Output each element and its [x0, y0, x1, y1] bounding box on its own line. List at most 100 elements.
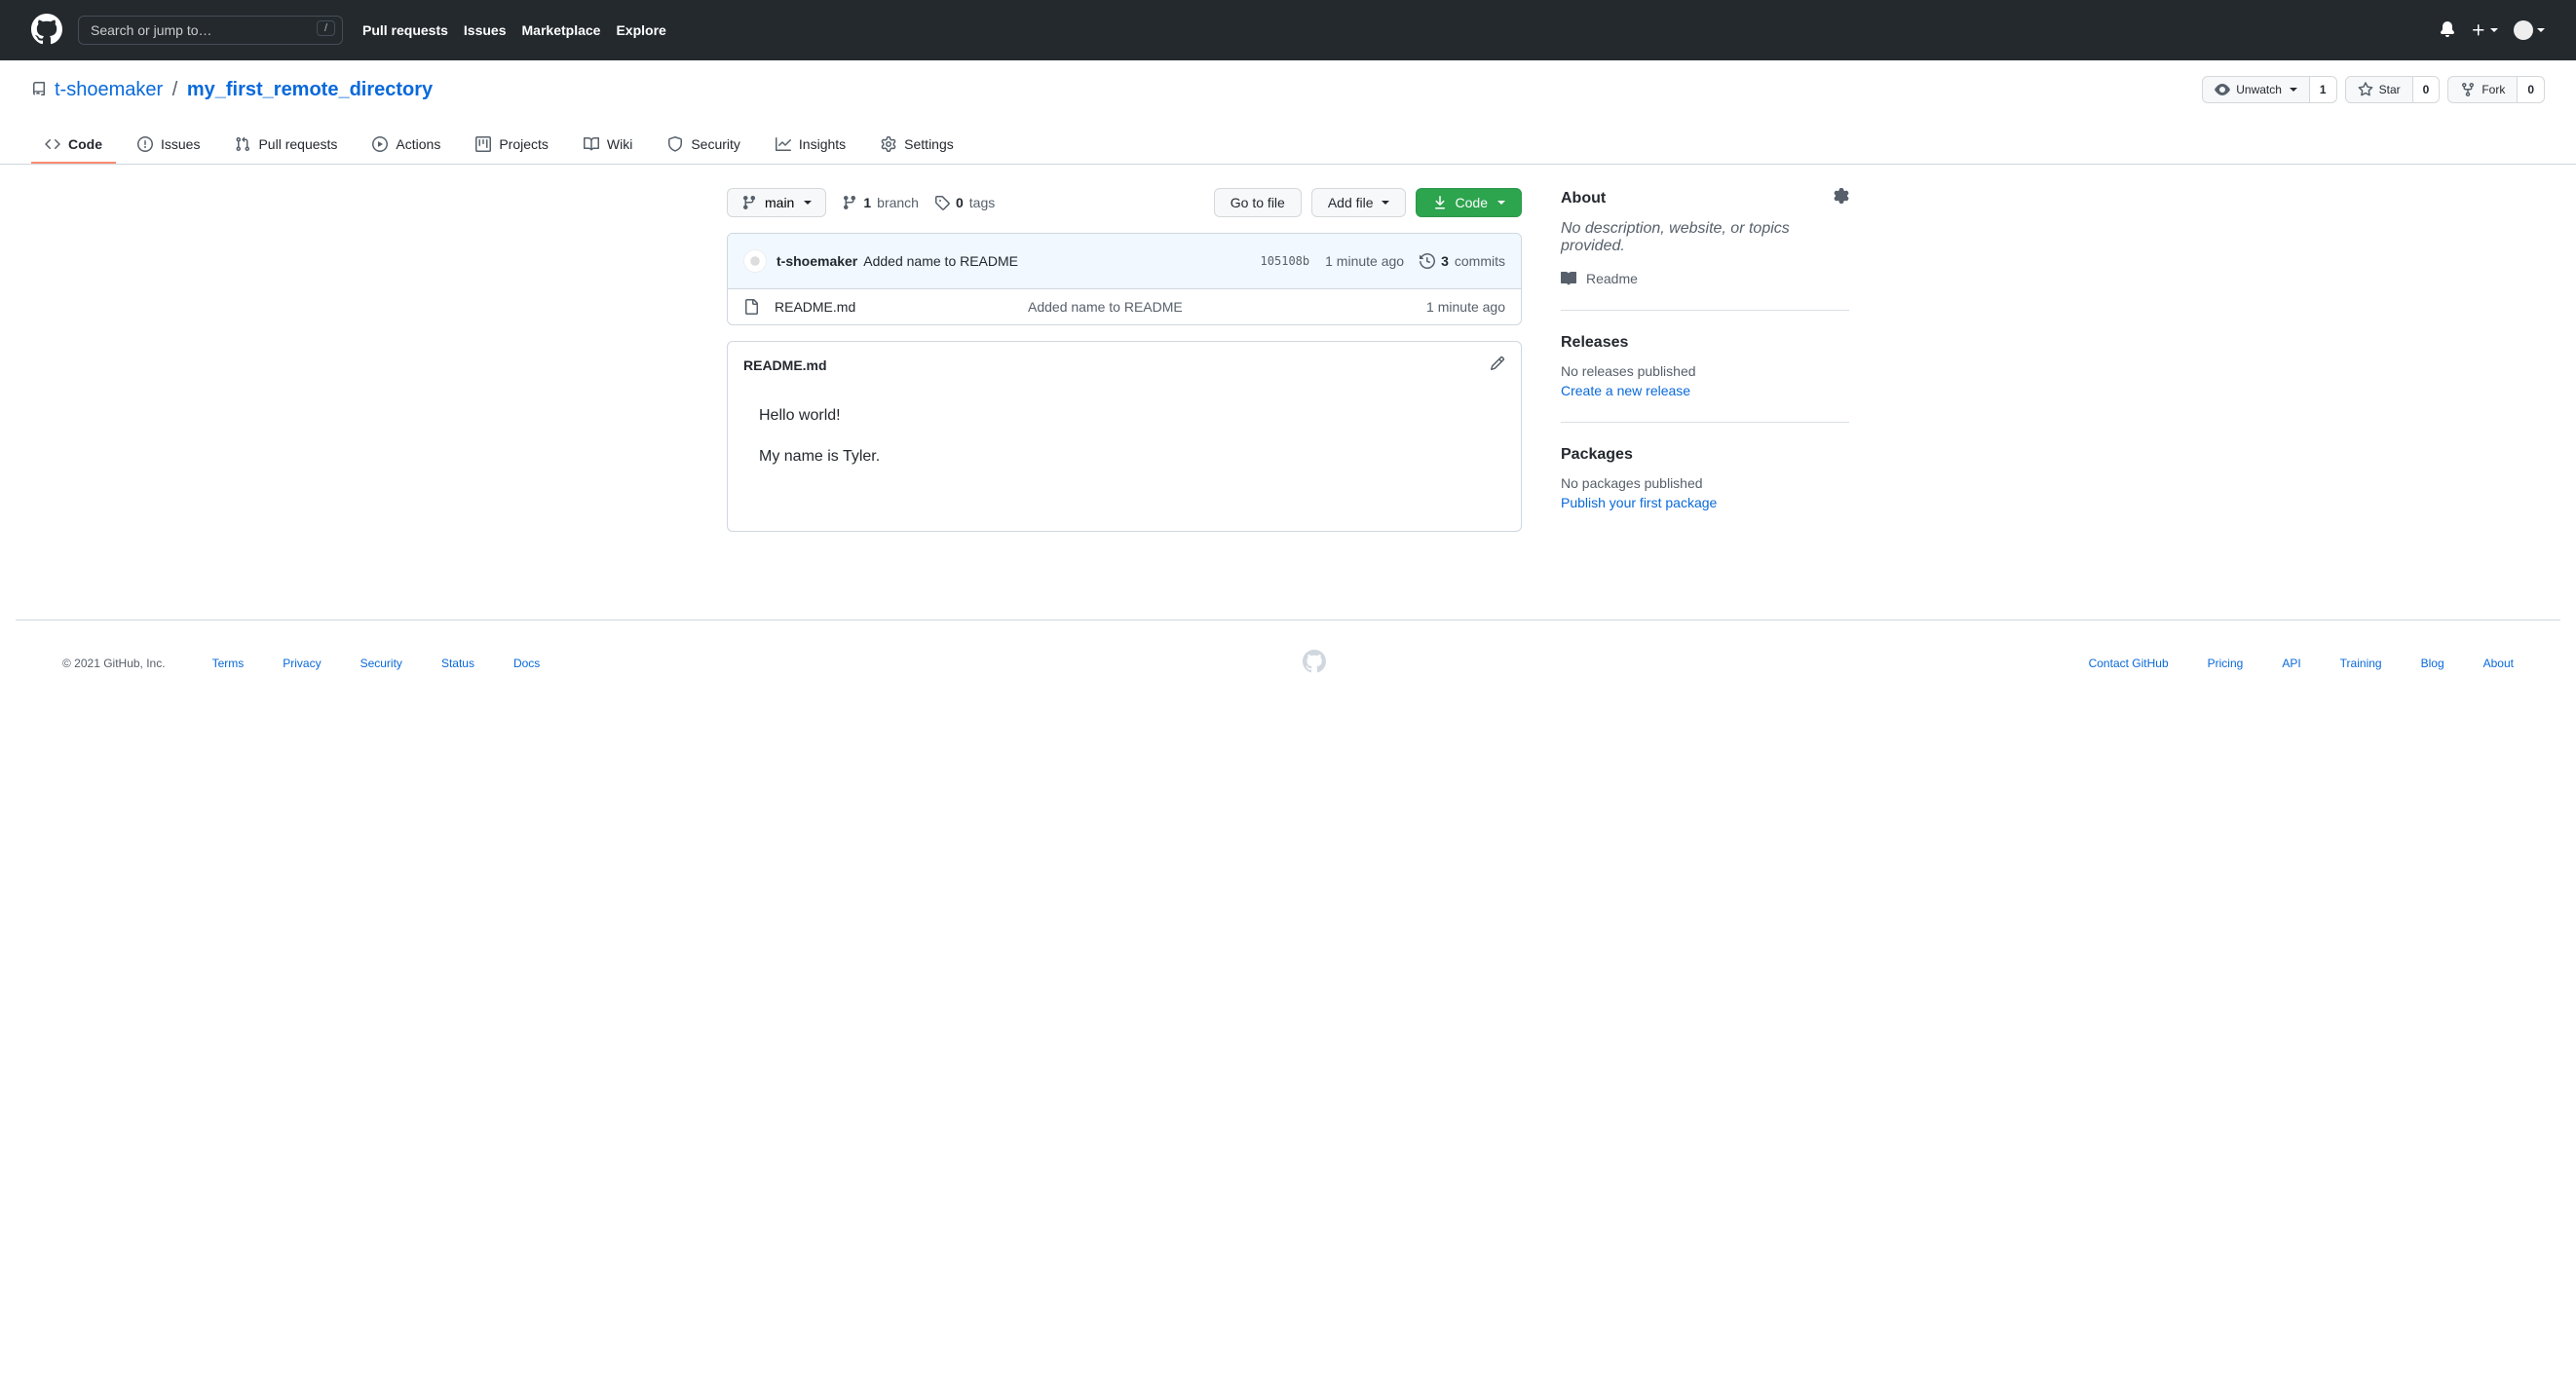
- nav-explore[interactable]: Explore: [616, 22, 665, 38]
- publish-package-link[interactable]: Publish your first package: [1561, 495, 1717, 510]
- releases-section: Releases No releases published Create a …: [1561, 334, 1849, 423]
- bell-icon: [2440, 21, 2455, 37]
- watchers-count[interactable]: 1: [2310, 76, 2337, 103]
- footer-security[interactable]: Security: [360, 657, 402, 670]
- footer-pricing[interactable]: Pricing: [2208, 657, 2244, 670]
- commit-author[interactable]: t-shoemaker: [777, 253, 857, 269]
- latest-commit-row: t-shoemaker Added name to README 105108b…: [728, 234, 1521, 289]
- tab-security-label: Security: [691, 136, 740, 152]
- tab-insights[interactable]: Insights: [762, 127, 859, 164]
- user-menu[interactable]: [2514, 20, 2545, 40]
- branches-word: branch: [877, 195, 919, 210]
- file-commit-time: 1 minute ago: [1426, 299, 1505, 315]
- notifications-button[interactable]: [2440, 21, 2455, 40]
- gear-icon: [881, 136, 896, 152]
- commits-link[interactable]: 3 commits: [1420, 253, 1505, 269]
- search-input[interactable]: [78, 16, 343, 45]
- chevron-down-icon: [2490, 28, 2498, 32]
- tab-code[interactable]: Code: [31, 127, 116, 164]
- create-release-link[interactable]: Create a new release: [1561, 383, 1690, 398]
- file-navigation: main 1 branch 0 tags Go to file Add file: [727, 188, 1522, 217]
- footer-terms[interactable]: Terms: [212, 657, 245, 670]
- footer-links-right: Contact GitHub Pricing API Training Blog…: [2089, 657, 2514, 670]
- github-logo[interactable]: [31, 14, 62, 48]
- footer-privacy[interactable]: Privacy: [283, 657, 321, 670]
- footer-blog[interactable]: Blog: [2421, 657, 2444, 670]
- nav-marketplace[interactable]: Marketplace: [522, 22, 601, 38]
- branch-name: main: [765, 195, 794, 210]
- repo-title: t-shoemaker / my_first_remote_directory: [55, 79, 433, 101]
- tab-settings[interactable]: Settings: [867, 127, 967, 164]
- add-file-button[interactable]: Add file: [1311, 188, 1406, 217]
- repo-tabs: Code Issues Pull requests Actions Projec…: [31, 127, 2545, 164]
- branches-count: 1: [863, 195, 871, 210]
- about-settings-button[interactable]: [1834, 188, 1849, 208]
- tab-projects[interactable]: Projects: [462, 127, 562, 164]
- go-to-file-button[interactable]: Go to file: [1214, 188, 1302, 217]
- repo-header: t-shoemaker / my_first_remote_directory …: [0, 60, 2576, 165]
- footer-about[interactable]: About: [2483, 657, 2514, 670]
- book-icon: [1561, 271, 1576, 286]
- nav-issues[interactable]: Issues: [464, 22, 507, 38]
- tab-actions-label: Actions: [396, 136, 440, 152]
- footer-api[interactable]: API: [2282, 657, 2300, 670]
- tab-issues-label: Issues: [161, 136, 200, 152]
- tab-issues[interactable]: Issues: [124, 127, 213, 164]
- edit-readme-button[interactable]: [1490, 356, 1505, 374]
- tab-insights-label: Insights: [799, 136, 846, 152]
- star-button[interactable]: Star: [2345, 76, 2413, 103]
- tab-code-label: Code: [68, 136, 102, 152]
- commit-box: t-shoemaker Added name to README 105108b…: [727, 233, 1522, 325]
- commit-sha[interactable]: 105108b: [1261, 254, 1310, 268]
- footer-contact[interactable]: Contact GitHub: [2089, 657, 2169, 670]
- repo-name-link[interactable]: my_first_remote_directory: [187, 79, 433, 100]
- readme-filename[interactable]: README.md: [743, 357, 827, 373]
- sidebar: About No description, website, or topics…: [1561, 188, 1849, 557]
- footer-logo[interactable]: [1303, 662, 1326, 676]
- branch-selector[interactable]: main: [727, 188, 826, 217]
- commit-time[interactable]: 1 minute ago: [1325, 253, 1404, 269]
- file-row: README.md Added name to README 1 minute …: [728, 289, 1521, 324]
- tags-link[interactable]: 0 tags: [934, 195, 995, 210]
- book-icon: [584, 136, 599, 152]
- stars-count[interactable]: 0: [2413, 76, 2441, 103]
- tab-projects-label: Projects: [499, 136, 549, 152]
- star-label: Star: [2379, 83, 2401, 96]
- create-menu[interactable]: [2471, 22, 2498, 38]
- nav-pull-requests[interactable]: Pull requests: [362, 22, 448, 38]
- tab-pulls[interactable]: Pull requests: [221, 127, 351, 164]
- footer-copyright: © 2021 GitHub, Inc.: [62, 657, 166, 670]
- tab-actions[interactable]: Actions: [359, 127, 454, 164]
- footer: © 2021 GitHub, Inc. Terms Privacy Securi…: [16, 619, 2560, 725]
- shield-icon: [667, 136, 683, 152]
- chevron-down-icon: [2290, 88, 2297, 92]
- footer-status[interactable]: Status: [441, 657, 474, 670]
- header-nav: Pull requests Issues Marketplace Explore: [362, 22, 666, 38]
- commits-word: commits: [1455, 253, 1505, 269]
- packages-title[interactable]: Packages: [1561, 446, 1849, 464]
- releases-title[interactable]: Releases: [1561, 334, 1849, 352]
- file-commit-message[interactable]: Added name to README: [1028, 299, 1426, 315]
- repo-owner-link[interactable]: t-shoemaker: [55, 79, 163, 100]
- packages-section: Packages No packages published Publish y…: [1561, 446, 1849, 534]
- file-name-link[interactable]: README.md: [775, 299, 855, 315]
- commit-message[interactable]: Added name to README: [863, 253, 1018, 269]
- readme-line1: Hello world!: [759, 403, 1490, 429]
- tab-security[interactable]: Security: [654, 127, 754, 164]
- code-download-button[interactable]: Code: [1416, 188, 1522, 217]
- tag-icon: [934, 195, 950, 210]
- footer-docs[interactable]: Docs: [513, 657, 540, 670]
- tags-count: 0: [956, 195, 964, 210]
- add-file-label: Add file: [1328, 195, 1374, 210]
- readme-link[interactable]: Readme: [1561, 271, 1849, 286]
- path-separator: /: [172, 79, 178, 100]
- forks-count[interactable]: 0: [2518, 76, 2545, 103]
- fork-button[interactable]: Fork: [2447, 76, 2518, 103]
- tab-wiki[interactable]: Wiki: [570, 127, 646, 164]
- fork-icon: [2460, 82, 2476, 97]
- readme-body: Hello world! My name is Tyler.: [728, 388, 1521, 531]
- unwatch-button[interactable]: Unwatch: [2202, 76, 2310, 103]
- footer-training[interactable]: Training: [2340, 657, 2382, 670]
- commit-avatar[interactable]: [743, 249, 767, 273]
- branches-link[interactable]: 1 branch: [842, 195, 919, 210]
